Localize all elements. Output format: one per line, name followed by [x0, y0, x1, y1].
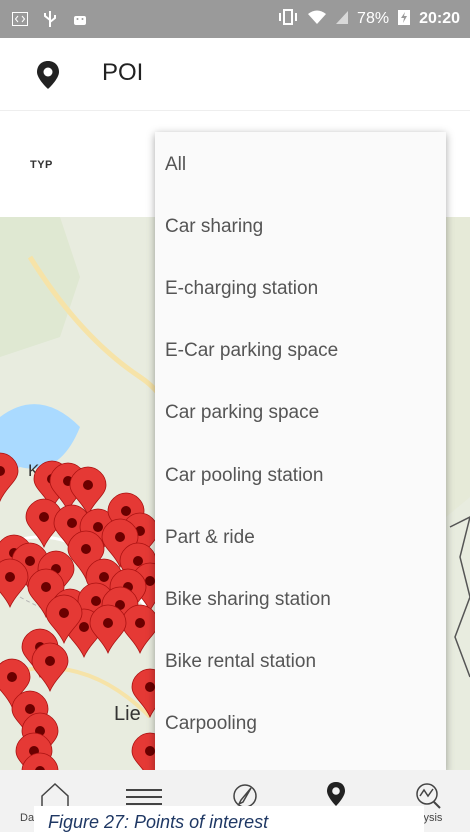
poi-type-dropdown: All Car sharing E-charging station E-Car… [155, 132, 446, 772]
app-bar: POI [0, 38, 470, 110]
battery-percent: 78% [357, 10, 390, 27]
map-marker[interactable] [121, 604, 159, 655]
dropdown-item-all[interactable]: All [165, 154, 186, 176]
vibrate-icon [277, 8, 299, 30]
location-pin-icon [36, 60, 60, 90]
map-marker[interactable] [31, 642, 69, 693]
nav-label-analysis: lysis [421, 812, 443, 824]
status-bar: 78% 20:20 [0, 0, 470, 38]
usb-icon [42, 11, 58, 27]
dropdown-item-e-car-parking-space[interactable]: E-Car parking space [165, 340, 338, 362]
dropdown-item-car-sharing[interactable]: Car sharing [165, 216, 263, 238]
dropdown-item-e-charging-station[interactable]: E-charging station [165, 278, 318, 300]
figure-caption-box: Figure 27: Points of interest [34, 806, 424, 832]
signal-icon [335, 9, 349, 30]
dropdown-item-car-parking-space[interactable]: Car parking space [165, 402, 319, 424]
type-filter-label: TYP [30, 159, 53, 171]
battery-charging-icon [397, 8, 411, 31]
map-marker[interactable] [0, 558, 29, 609]
wifi-icon [307, 9, 327, 30]
android-icon [72, 11, 88, 27]
map-marker[interactable] [0, 452, 19, 503]
dropdown-item-part-and-ride[interactable]: Part & ride [165, 527, 255, 549]
clock: 20:20 [419, 10, 460, 27]
dropdown-item-carpooling[interactable]: Carpooling [165, 713, 257, 735]
page-title: POI [102, 59, 144, 86]
map-marker[interactable] [89, 604, 127, 655]
dropdown-item-bike-rental-station[interactable]: Bike rental station [165, 651, 316, 673]
figure-caption: Figure 27: Points of interest [48, 812, 269, 832]
dropdown-item-bike-sharing-station[interactable]: Bike sharing station [165, 589, 331, 611]
dropdown-item-car-pooling-station[interactable]: Car pooling station [165, 465, 323, 487]
code-icon [12, 11, 28, 27]
